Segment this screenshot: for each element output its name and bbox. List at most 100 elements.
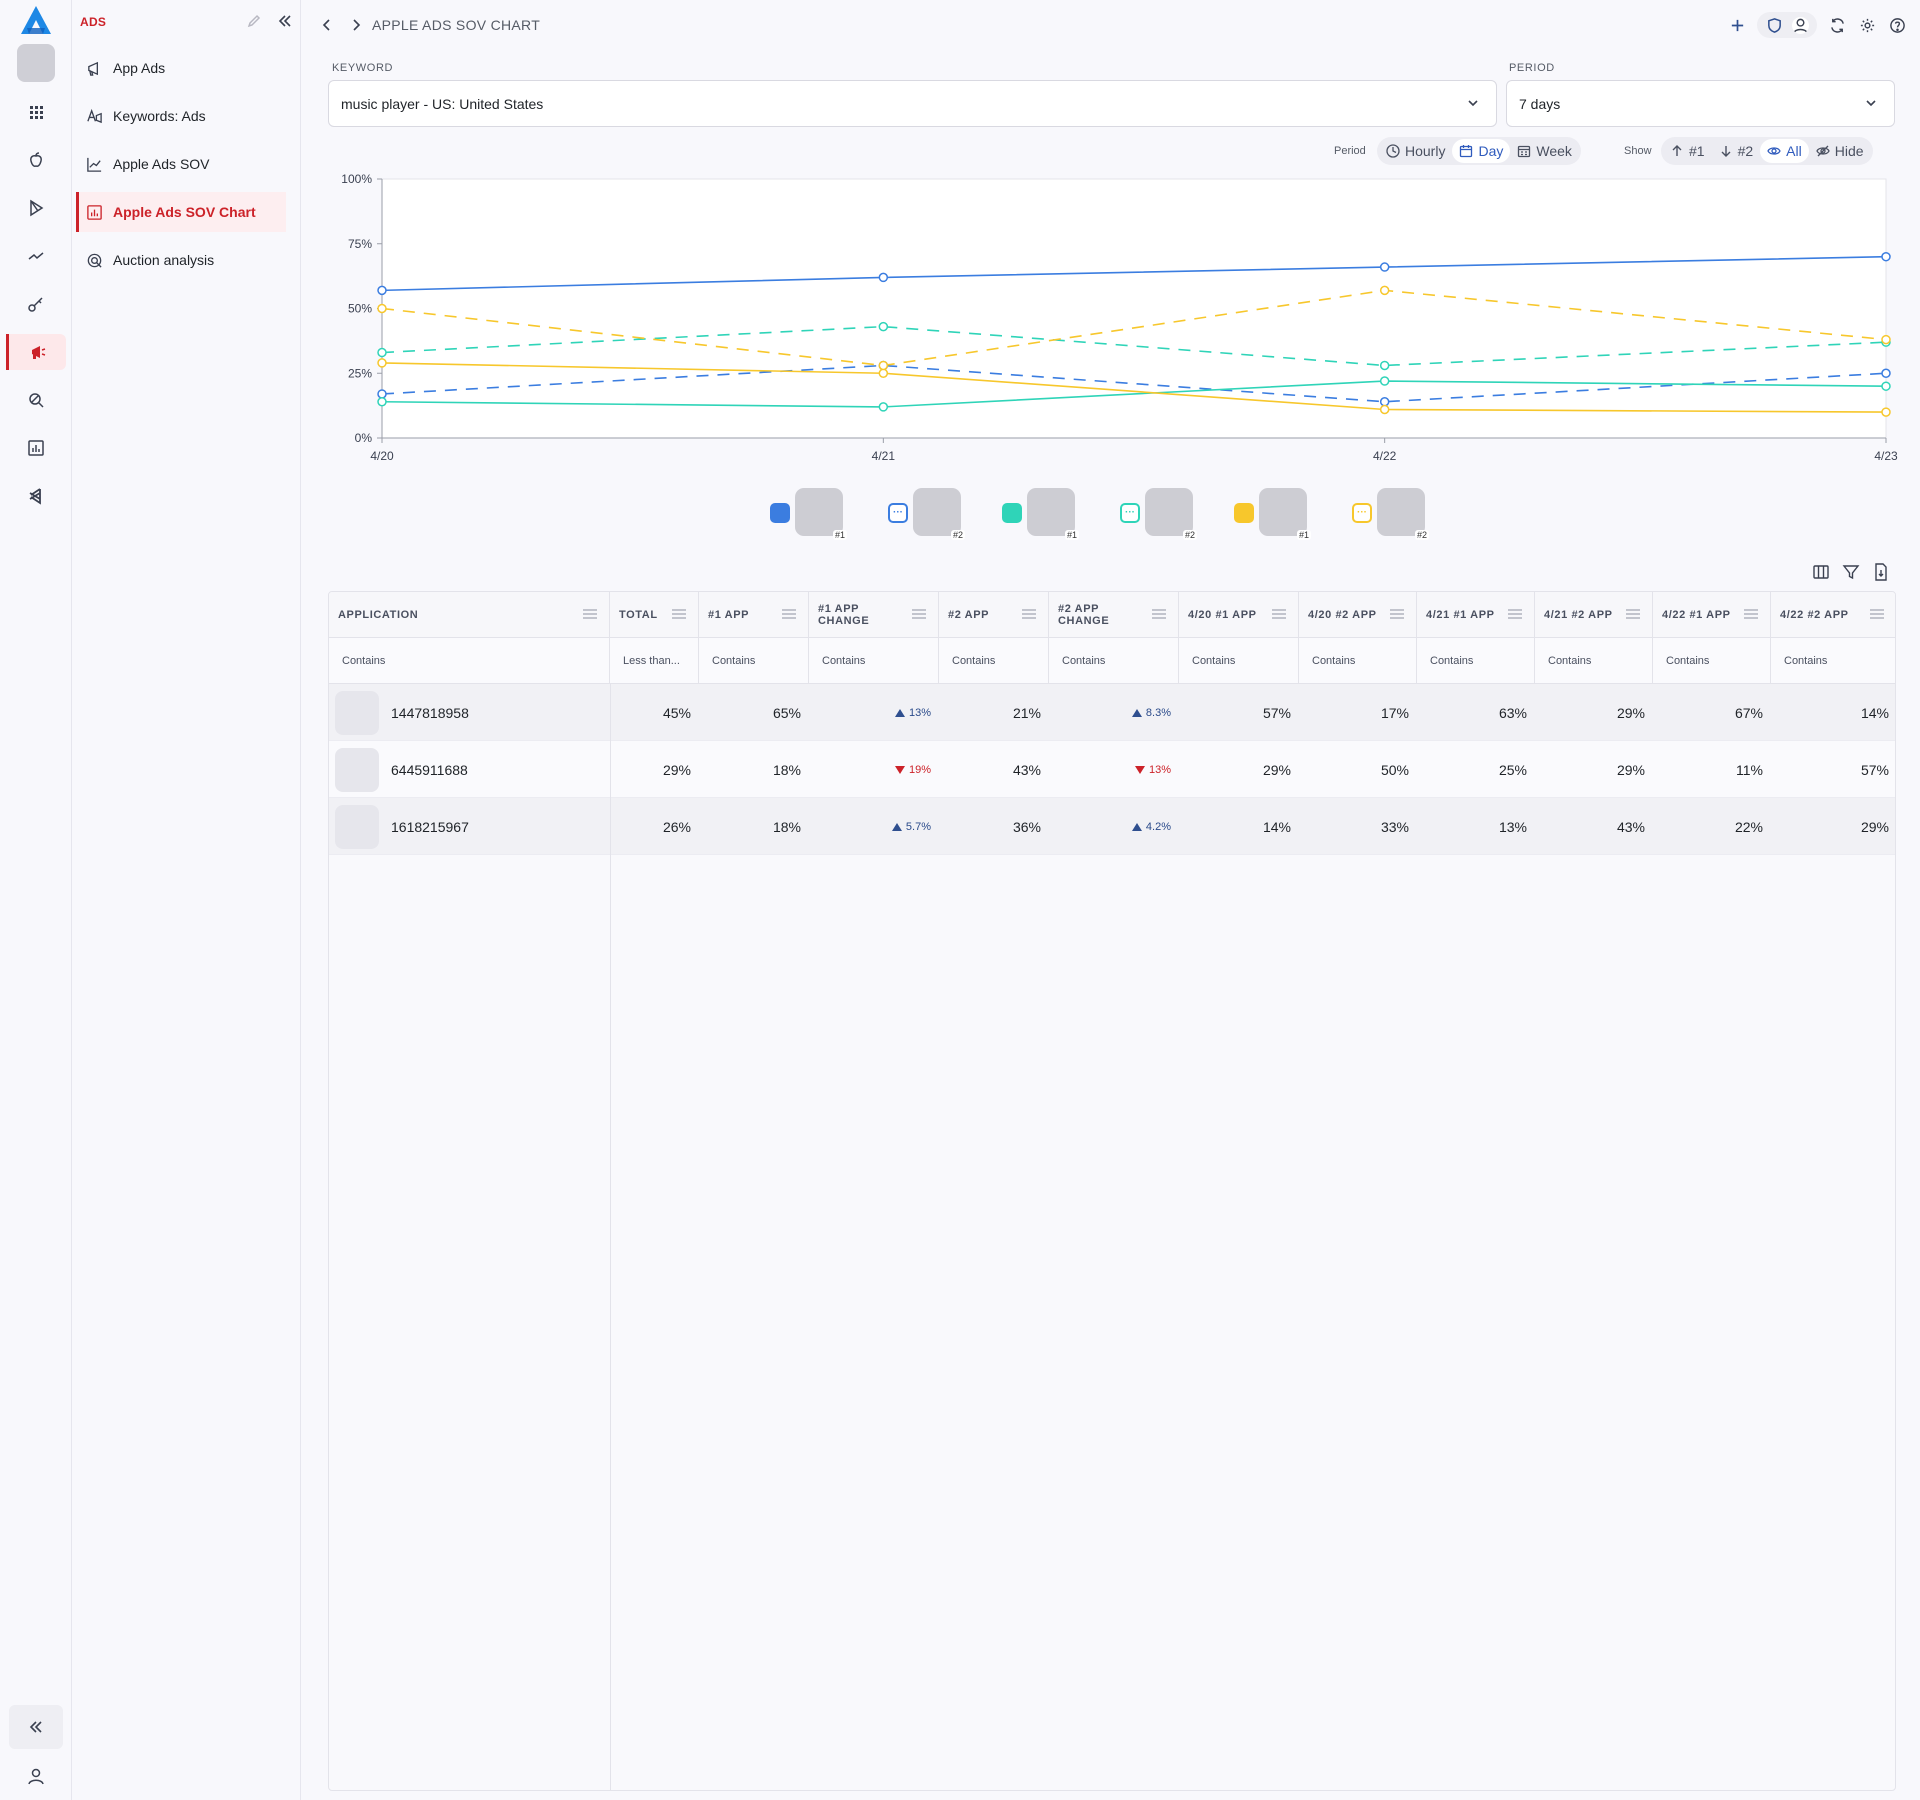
column-filter[interactable]: Contains bbox=[809, 638, 939, 684]
table-row[interactable]: 1447818958 45% 65% 13% 21% 8.3% 57% 17% 63% 29% 67… bbox=[329, 684, 1895, 741]
column-header-label: 4/20 #1 APP bbox=[1188, 609, 1257, 621]
trend-icon[interactable] bbox=[18, 238, 54, 274]
column-filter[interactable]: Contains bbox=[1299, 638, 1417, 684]
keyword-select[interactable]: music player - US: United States bbox=[328, 80, 1497, 127]
collapse-nav-icon[interactable] bbox=[276, 12, 294, 30]
column-header-label: #1 APP bbox=[708, 609, 750, 621]
filter-icon[interactable] bbox=[1841, 562, 1861, 582]
column-menu-icon[interactable] bbox=[672, 608, 686, 620]
keyword-value: music player - US: United States bbox=[341, 95, 544, 112]
column-filter[interactable]: Contains bbox=[329, 638, 610, 684]
column-menu-icon[interactable] bbox=[1390, 608, 1404, 620]
column-header[interactable]: APPLICATION bbox=[329, 592, 610, 638]
application-cell[interactable]: 6445911688 bbox=[329, 741, 610, 798]
edit-icon[interactable] bbox=[246, 13, 262, 29]
column-menu-icon[interactable] bbox=[1870, 608, 1884, 620]
column-header-label: 4/22 #1 APP bbox=[1662, 609, 1731, 621]
app-rail bbox=[0, 0, 72, 1800]
profile-icon[interactable] bbox=[1791, 16, 1809, 34]
back-icon[interactable] bbox=[318, 16, 336, 34]
chevron-down-icon bbox=[1468, 100, 1478, 107]
column-header[interactable]: #2 APP CHANGE bbox=[1049, 592, 1179, 638]
table-row[interactable]: 6445911688 29% 18% 19% 43% 13% 29% 50% 25% 29% 11%… bbox=[329, 741, 1895, 798]
column-header-label: #2 APP CHANGE bbox=[1058, 603, 1110, 627]
value-cell: 21% bbox=[1012, 704, 1041, 721]
column-menu-icon[interactable] bbox=[1744, 608, 1758, 620]
account-toggle[interactable] bbox=[1757, 12, 1817, 38]
column-header[interactable]: 4/22 #2 APP bbox=[1771, 592, 1895, 638]
column-header[interactable]: 4/21 #2 APP bbox=[1535, 592, 1653, 638]
help-icon[interactable] bbox=[1884, 12, 1910, 38]
settings-gear-icon[interactable] bbox=[1854, 12, 1880, 38]
workspace-avatar[interactable] bbox=[17, 44, 55, 82]
show-second-button[interactable]: #2 bbox=[1712, 139, 1761, 163]
show-all-button[interactable]: All bbox=[1760, 139, 1809, 163]
column-filter[interactable]: Contains bbox=[939, 638, 1049, 684]
period-day-button[interactable]: Day bbox=[1452, 139, 1511, 163]
period-select[interactable]: 7 days bbox=[1506, 80, 1895, 127]
nav-item-apple-ads-sov-chart[interactable]: Apple Ads SOV Chart bbox=[76, 192, 286, 232]
ads-megaphone-icon[interactable] bbox=[6, 334, 66, 370]
app-icon-placeholder bbox=[1145, 488, 1193, 536]
search-tools-icon[interactable] bbox=[18, 382, 54, 418]
user-icon[interactable] bbox=[18, 1758, 54, 1794]
column-menu-icon[interactable] bbox=[1152, 608, 1166, 620]
change-value: 19% bbox=[908, 763, 931, 776]
line-chart-icon bbox=[87, 157, 102, 172]
column-menu-icon[interactable] bbox=[1508, 608, 1522, 620]
column-menu-icon[interactable] bbox=[782, 608, 796, 620]
value-cell: 18% bbox=[772, 818, 801, 835]
app-logo-icon[interactable] bbox=[19, 4, 53, 36]
column-menu-icon[interactable] bbox=[912, 608, 926, 620]
column-filter[interactable]: Contains bbox=[1049, 638, 1179, 684]
apple-icon[interactable] bbox=[18, 142, 54, 178]
column-header[interactable]: 4/22 #1 APP bbox=[1653, 592, 1771, 638]
app-icon-placeholder bbox=[795, 488, 843, 536]
play-store-icon[interactable] bbox=[18, 190, 54, 226]
column-header[interactable]: #1 APP CHANGE bbox=[809, 592, 939, 638]
shield-icon[interactable] bbox=[1766, 17, 1783, 34]
column-filter[interactable]: Contains bbox=[699, 638, 809, 684]
application-cell[interactable]: 1618215967 bbox=[329, 798, 610, 855]
refresh-icon[interactable] bbox=[1824, 12, 1850, 38]
period-hourly-button[interactable]: Hourly bbox=[1379, 139, 1452, 163]
columns-icon[interactable] bbox=[1811, 562, 1831, 582]
column-filter[interactable]: Contains bbox=[1417, 638, 1535, 684]
column-menu-icon[interactable] bbox=[1626, 608, 1640, 620]
period-week-button[interactable]: Week bbox=[1510, 139, 1579, 163]
rail-collapse-icon[interactable] bbox=[9, 1705, 63, 1749]
column-filter[interactable]: Contains bbox=[1653, 638, 1771, 684]
arrow-up-icon bbox=[1672, 145, 1682, 156]
nav-item-auction-analysis[interactable]: Auction analysis bbox=[76, 240, 286, 280]
column-header[interactable]: 4/21 #1 APP bbox=[1417, 592, 1535, 638]
show-hide-button[interactable]: Hide bbox=[1809, 139, 1871, 163]
show-all-label: All bbox=[1786, 143, 1802, 159]
nav-item-keywords-ads[interactable]: Keywords: Ads bbox=[76, 96, 286, 136]
column-header[interactable]: 4/20 #1 APP bbox=[1179, 592, 1299, 638]
column-header[interactable]: #1 APP bbox=[699, 592, 809, 638]
megaphone-icon bbox=[88, 61, 98, 76]
column-header[interactable]: TOTAL bbox=[610, 592, 699, 638]
add-icon[interactable] bbox=[1724, 12, 1750, 38]
column-filter[interactable]: Less than... bbox=[610, 638, 699, 684]
column-filter[interactable]: Contains bbox=[1179, 638, 1299, 684]
column-header[interactable]: 4/20 #2 APP bbox=[1299, 592, 1417, 638]
column-filter[interactable]: Contains bbox=[1535, 638, 1653, 684]
key-icon[interactable] bbox=[18, 286, 54, 322]
column-menu-icon[interactable] bbox=[1022, 608, 1036, 620]
column-header[interactable]: #2 APP bbox=[939, 592, 1049, 638]
nav-item-app-ads[interactable]: App Ads bbox=[76, 48, 286, 88]
grid-icon[interactable] bbox=[18, 94, 54, 130]
show-first-button[interactable]: #1 bbox=[1663, 139, 1712, 163]
column-menu-icon[interactable] bbox=[1272, 608, 1286, 620]
export-icon[interactable] bbox=[1871, 562, 1891, 582]
table-row[interactable]: 1618215967 26% 18% 5.7% 36% 4.2% 14% 33% 13% 43% 2… bbox=[329, 798, 1895, 855]
vscode-icon[interactable] bbox=[18, 478, 54, 514]
report-icon[interactable] bbox=[18, 430, 54, 466]
value-cell: 43% bbox=[1012, 761, 1041, 778]
column-menu-icon[interactable] bbox=[583, 608, 597, 620]
column-filter[interactable]: Contains bbox=[1771, 638, 1895, 684]
nav-item-apple-ads-sov[interactable]: Apple Ads SOV bbox=[76, 144, 286, 184]
application-cell[interactable]: 1447818958 bbox=[329, 684, 610, 741]
forward-icon[interactable] bbox=[347, 16, 365, 34]
